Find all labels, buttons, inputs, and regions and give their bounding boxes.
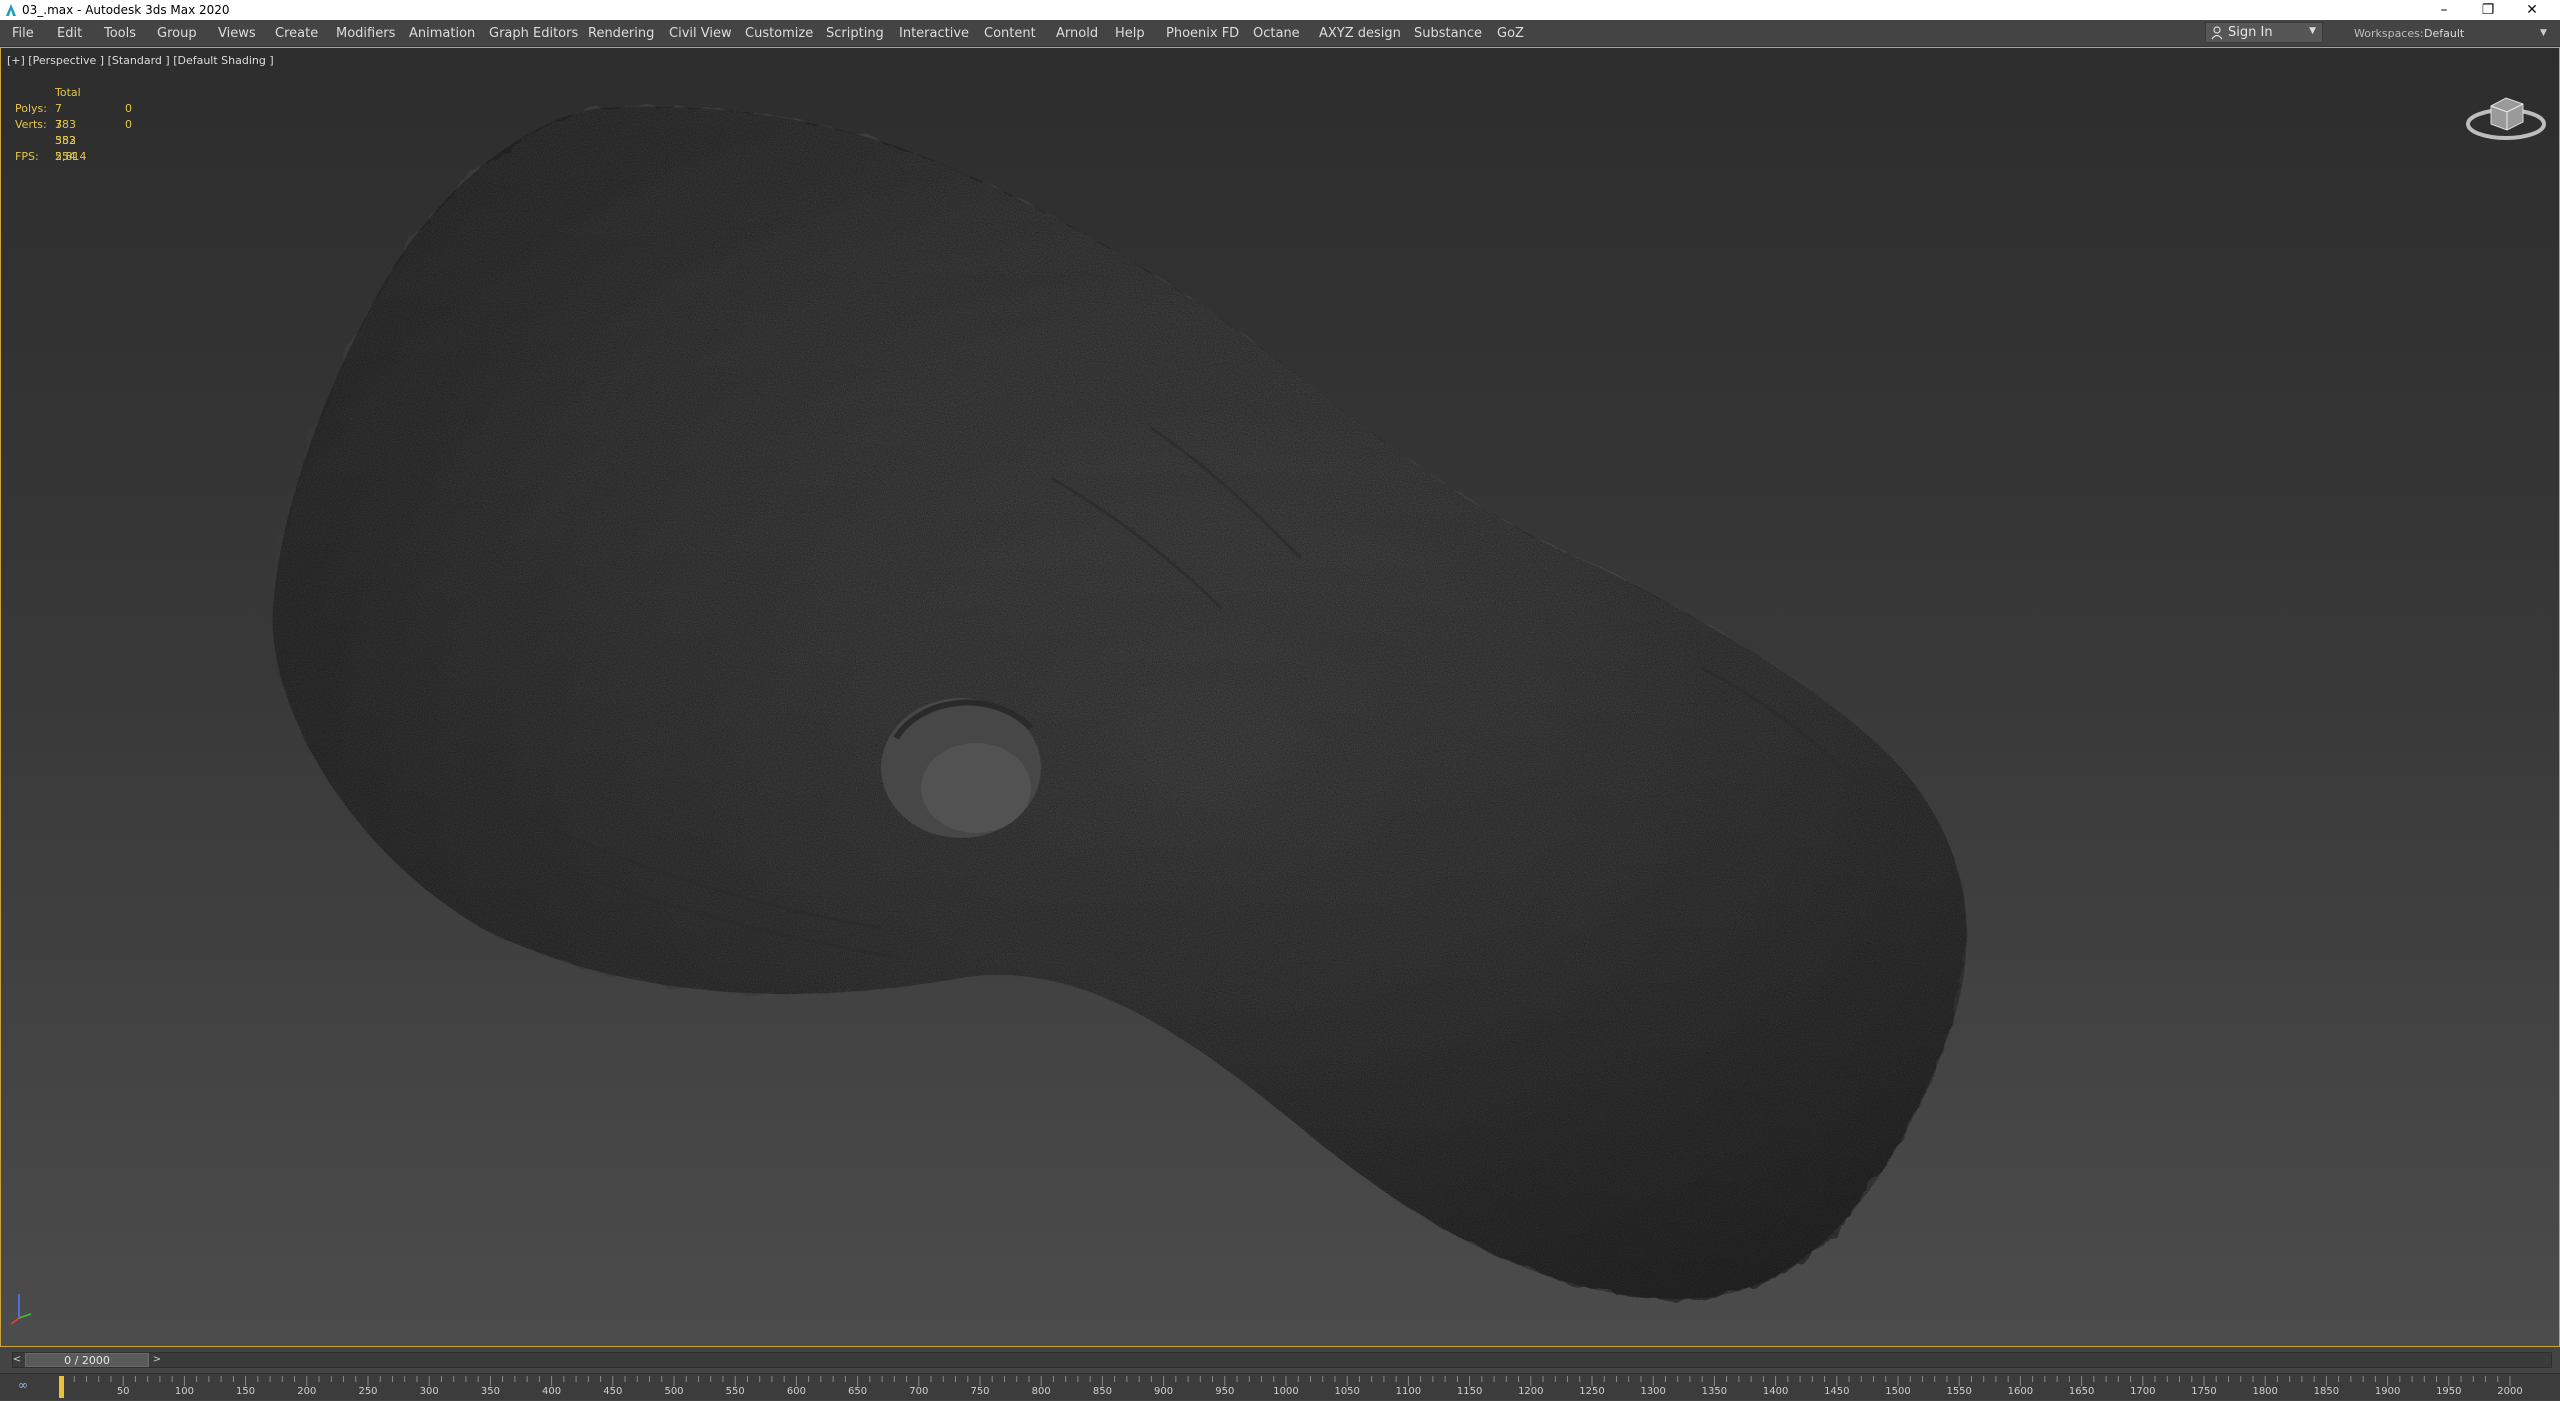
chevron-down-icon: ▼ (2309, 26, 2316, 36)
menu-file[interactable]: File (12, 26, 34, 41)
frame-tick-label: 1500 (1885, 1386, 1911, 1397)
frame-tick-label: 750 (970, 1386, 990, 1397)
chevron-down-icon[interactable]: ▼ (2540, 28, 2547, 38)
menu-civil-view[interactable]: Civil View (669, 26, 732, 41)
frame-tick-label: 1300 (1640, 1386, 1666, 1397)
time-slider-thumb[interactable]: 0 / 2000 (25, 1353, 149, 1367)
frame-tick-label: 500 (664, 1386, 684, 1397)
frame-tick-label: 1550 (1946, 1386, 1972, 1397)
time-slider-track[interactable] (12, 1352, 2552, 1368)
current-frame-marker[interactable] (59, 1376, 64, 1398)
frame-tick-label: 1700 (2130, 1386, 2156, 1397)
next-frame-button[interactable]: > (150, 1352, 164, 1368)
frame-tick-label: 1450 (1824, 1386, 1850, 1397)
menu-octane[interactable]: Octane (1253, 26, 1300, 41)
menu-graph-editors[interactable]: Graph Editors (489, 26, 578, 41)
stats-total-header: Total (55, 86, 81, 99)
viewcube-icon[interactable] (2461, 78, 2551, 148)
frame-tick-label: 900 (1154, 1386, 1174, 1397)
user-icon (2211, 26, 2223, 40)
curve-editor-icon[interactable]: ∞ (18, 1378, 28, 1392)
frame-tick-label: 600 (786, 1386, 806, 1397)
stats-verts-selected: 0 (125, 118, 132, 131)
axis-tripod-icon (10, 1294, 32, 1325)
frame-tick-label: 850 (1092, 1386, 1112, 1397)
menu-phoenix-fd[interactable]: Phoenix FD (1166, 26, 1239, 41)
menu-help[interactable]: Help (1115, 26, 1145, 41)
frame-ruler[interactable]: 50 100 150 200 250 300 350 400 450 500 550 600 650 70… (40, 1374, 2560, 1401)
menu-tools[interactable]: Tools (104, 26, 136, 41)
frame-tick-label: 1850 (2313, 1386, 2340, 1397)
frame-tick-label: 1150 (1456, 1386, 1483, 1397)
stats-verts-label: Verts: (15, 118, 47, 131)
frame-tick-label: 1250 (1579, 1386, 1605, 1397)
frame-tick-label: 50 (116, 1386, 130, 1397)
frame-tick-label: 1400 (1762, 1386, 1789, 1397)
frame-tick-label: 1750 (2191, 1386, 2217, 1397)
menu-animation[interactable]: Animation (409, 26, 475, 41)
frame-tick-label: 550 (725, 1386, 745, 1397)
frame-tick-label: 800 (1031, 1386, 1051, 1397)
menu-arnold[interactable]: Arnold (1056, 26, 1098, 41)
frame-ticks (61, 1376, 2511, 1386)
restore-icon[interactable]: ❐ (2468, 0, 2508, 20)
menu-content[interactable]: Content (984, 26, 1036, 41)
title-bar: 03_.max - Autodesk 3ds Max 2020 – ❐ ✕ (0, 0, 2560, 20)
stats-fps-value: 2,814 (55, 150, 87, 163)
viewport-label-menu[interactable]: [+] [Perspective ] [Standard ] [Default … (7, 54, 274, 67)
frame-tick-label: 1100 (1395, 1386, 1422, 1397)
menu-bar: File Edit Tools Group Views Create Modif… (0, 20, 2560, 47)
stats-polys-selected: 0 (125, 102, 132, 115)
frame-tick-label: 1650 (2068, 1386, 2095, 1397)
time-slider[interactable]: < 0 / 2000 > (0, 1347, 2560, 1373)
frame-tick-label: 950 (1215, 1386, 1235, 1397)
frame-tick-label: 1050 (1334, 1386, 1360, 1397)
frame-tick-label: 1950 (2436, 1386, 2462, 1397)
menu-edit[interactable]: Edit (57, 26, 82, 41)
frame-tick-label: 300 (419, 1386, 439, 1397)
frame-tick-label: 2000 (2497, 1386, 2523, 1397)
frame-tick-label: 450 (603, 1386, 623, 1397)
menu-views[interactable]: Views (218, 26, 256, 41)
3dsmax-app-icon (6, 4, 16, 16)
frame-tick-label: 1200 (1518, 1386, 1544, 1397)
frame-tick-label: 1600 (2007, 1386, 2034, 1397)
frame-tick-label: 650 (848, 1386, 868, 1397)
frame-tick-label: 100 (174, 1386, 194, 1397)
workspaces-label: Workspaces: (2354, 27, 2424, 40)
close-icon[interactable]: ✕ (2512, 0, 2552, 20)
menu-customize[interactable]: Customize (745, 26, 813, 41)
menu-group[interactable]: Group (157, 26, 197, 41)
menu-goz[interactable]: GoZ (1497, 26, 1524, 41)
frame-tick-label: 200 (297, 1386, 317, 1397)
menu-modifiers[interactable]: Modifiers (336, 26, 395, 41)
menu-create[interactable]: Create (275, 26, 318, 41)
asteroid-mesh (272, 106, 1967, 1299)
menu-scripting[interactable]: Scripting (826, 26, 884, 41)
menu-substance[interactable]: Substance (1414, 26, 1482, 41)
minimize-icon[interactable]: – (2424, 0, 2464, 20)
frame-tick-label: 700 (909, 1386, 929, 1397)
menu-axyz-design[interactable]: AXYZ design (1319, 26, 1401, 41)
frame-tick-label: 1800 (2252, 1386, 2278, 1397)
previous-frame-button[interactable]: < (10, 1352, 24, 1368)
frame-tick-label: 350 (480, 1386, 500, 1397)
track-bar[interactable]: ∞ 50 100 150 200 250 300 350 400 450 500 550 600 650… (0, 1373, 2560, 1400)
frame-tick-label: 250 (358, 1386, 378, 1397)
window-title: 03_.max - Autodesk 3ds Max 2020 (22, 3, 230, 17)
sign-in-label: Sign In (2228, 25, 2273, 40)
perspective-viewport[interactable]: [+] [Perspective ] [Standard ] [Default … (0, 47, 2560, 1347)
frame-tick-label: 1900 (2374, 1386, 2401, 1397)
frame-tick-label: 150 (236, 1386, 256, 1397)
sign-in-dropdown[interactable]: Sign In ▼ (2205, 22, 2323, 43)
frame-tick-label: 400 (542, 1386, 562, 1397)
workspaces-select[interactable]: Default (2424, 27, 2464, 40)
menu-interactive[interactable]: Interactive (899, 26, 969, 41)
frame-tick-label: 1350 (1701, 1386, 1728, 1397)
stats-polys-label: Polys: (15, 102, 47, 115)
stats-fps-label: FPS: (15, 150, 39, 163)
menu-rendering[interactable]: Rendering (588, 26, 654, 41)
frame-tick-label: 1000 (1273, 1386, 1299, 1397)
